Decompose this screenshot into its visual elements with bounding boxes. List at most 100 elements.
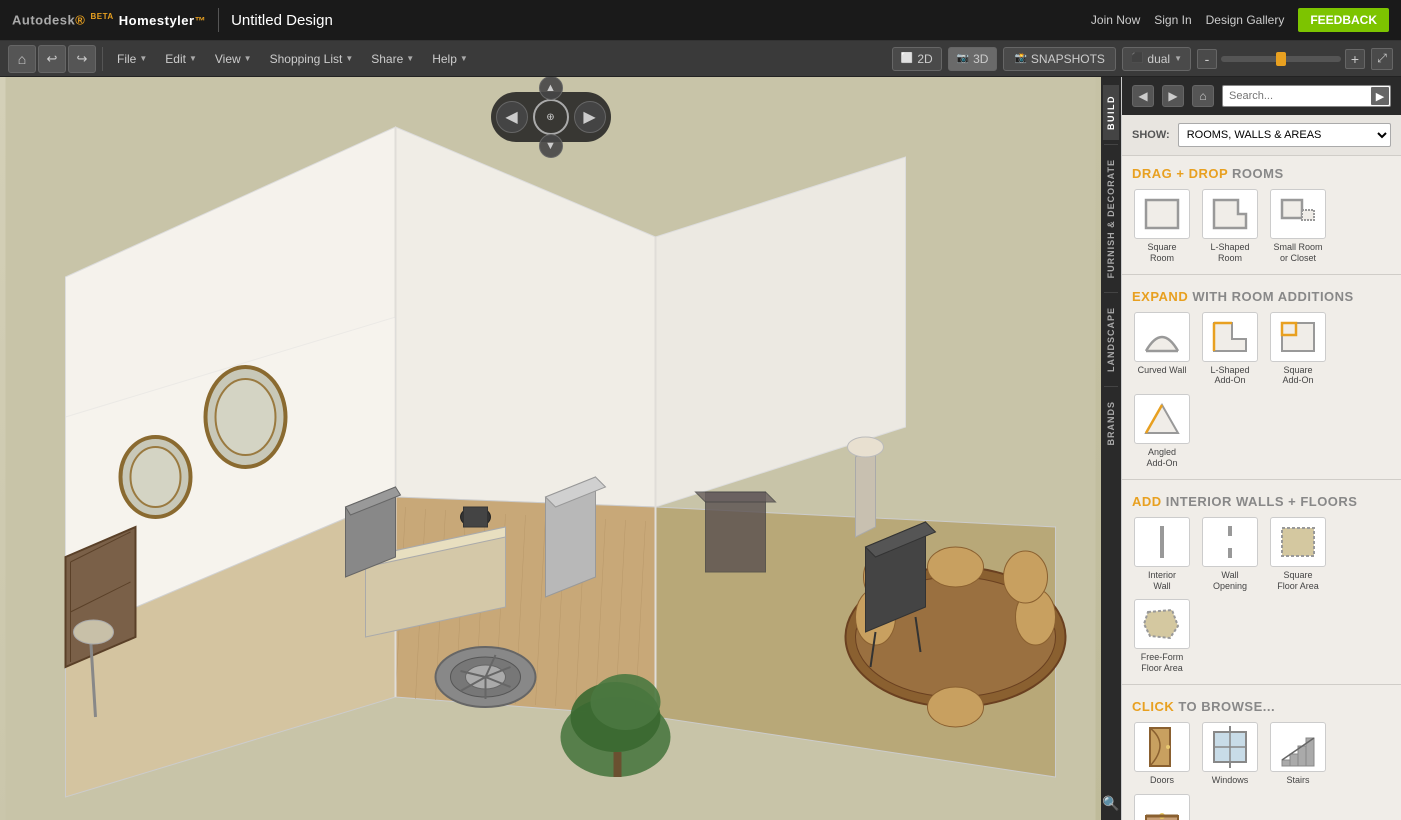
panel-forward-button[interactable]: ▶ [1162,85,1184,107]
section-divider-3 [1122,684,1401,685]
logo-text: Autodesk® BETA Homestyler™ [12,12,206,27]
angled-addon-icon [1134,394,1190,444]
freeform-floor-item[interactable]: Free-FormFloor Area [1132,599,1192,674]
stairs-icon [1270,722,1326,772]
windows-icon [1202,722,1258,772]
help-menu[interactable]: Help▼ [424,48,476,70]
curved-wall-label: Curved Wall [1138,365,1187,376]
zoom-bar: - + [1197,49,1365,69]
nav-rotate-left-button[interactable]: ◀ [496,101,528,133]
interior-wall-item[interactable]: InteriorWall [1132,517,1192,592]
doors-item[interactable]: Doors [1132,722,1192,786]
search-panel-icon[interactable]: 🔍 [1102,795,1119,812]
zoom-thumb[interactable] [1276,52,1286,66]
small-room-label: Small Roomor Closet [1273,242,1322,264]
expand-section: EXPAND WITH ROOM ADDITIONS Curved Wall [1122,279,1401,475]
logo-area: Autodesk® BETA Homestyler™ [12,12,206,27]
square-floor-icon [1270,517,1326,567]
landscape-tab[interactable]: LANDSCAPE [1103,297,1119,382]
home-toolbar-button[interactable]: ⌂ [8,45,36,73]
freeform-floor-icon [1134,599,1190,649]
panel-back-button[interactable]: ◀ [1132,85,1154,107]
right-panel: ◀ ▶ ⌂ ▶ SHOW: ROOMS, WALLS & AREAS FLOOR… [1121,77,1401,820]
zoom-slider[interactable] [1221,56,1341,62]
canvas-background: ◀ ⊕ ▶ ▲ ▼ [0,77,1101,820]
l-addon-item[interactable]: L-ShapedAdd-On [1200,312,1260,387]
stairs-label: Stairs [1286,775,1309,786]
view-2d-button[interactable]: ⬜ 2D [892,47,942,71]
zoom-out-button[interactable]: - [1197,49,1217,69]
angled-addon-label: AngledAdd-On [1146,447,1177,469]
main-area: ◀ ⊕ ▶ ▲ ▼ BUILD FURNISH & DECORATE LANDS… [0,77,1401,820]
square-addon-label: SquareAdd-On [1282,365,1313,387]
edit-menu[interactable]: Edit▼ [157,48,205,70]
interior-section: ADD INTERIOR WALLS + FLOORS InteriorWall [1122,484,1401,680]
navigation-overlay: ◀ ⊕ ▶ ▲ ▼ [491,92,611,152]
drag-drop-title: DRAG + DROP ROOMS [1132,166,1391,181]
top-bar: Autodesk® BETA Homestyler™ Untitled Desi… [0,0,1401,41]
wall-opening-item[interactable]: WallOpening [1200,517,1260,592]
right-panel-tabs: BUILD FURNISH & DECORATE LANDSCAPE BRAND… [1101,77,1121,820]
angled-addon-item[interactable]: AngledAdd-On [1132,394,1192,469]
rooms-grid: SquareRoom L-ShapedRoom [1132,189,1391,264]
fireplaces-item[interactable]: Fireplaces [1132,794,1192,820]
interior-wall-icon [1134,517,1190,567]
square-room-label: SquareRoom [1147,242,1176,264]
furnish-tab[interactable]: FURNISH & DECORATE [1103,149,1119,288]
canvas-area[interactable]: ◀ ⊕ ▶ ▲ ▼ [0,77,1101,820]
drag-drop-section: DRAG + DROP ROOMS SquareRoom [1122,156,1401,270]
browse-section: CLICK TO BROWSE... Doors [1122,689,1401,820]
windows-item[interactable]: Windows [1200,722,1260,786]
show-select[interactable]: ROOMS, WALLS & AREAS FLOORS ONLY WALLS O… [1178,123,1391,147]
zoom-in-button[interactable]: + [1345,49,1365,69]
design-title: Untitled Design [231,12,333,29]
freeform-floor-label: Free-FormFloor Area [1141,652,1184,674]
browse-grid: Doors Windows [1132,722,1391,820]
nav-down-button[interactable]: ▼ [539,134,563,158]
interior-title: ADD INTERIOR WALLS + FLOORS [1132,494,1391,509]
build-tab[interactable]: BUILD [1103,85,1119,140]
nav-rotate-right-button[interactable]: ▶ [574,101,606,133]
show-label: SHOW: [1132,129,1170,141]
square-room-item[interactable]: SquareRoom [1132,189,1192,264]
fullscreen-button[interactable]: ⤢ [1371,48,1393,70]
l-room-item[interactable]: L-ShapedRoom [1200,189,1260,264]
search-go-button[interactable]: ▶ [1371,87,1389,105]
nav-center-indicator: ⊕ [533,99,569,135]
square-addon-item[interactable]: SquareAdd-On [1268,312,1328,387]
square-floor-item[interactable]: SquareFloor Area [1268,517,1328,592]
expand-title: EXPAND WITH ROOM ADDITIONS [1132,289,1391,304]
shopping-list-menu[interactable]: Shopping List▼ [262,48,362,70]
share-menu[interactable]: Share▼ [363,48,422,70]
undo-button[interactable]: ↩ [38,45,66,73]
sign-in-link[interactable]: Sign In [1154,13,1191,27]
file-menu[interactable]: File▼ [109,48,155,70]
stairs-item[interactable]: Stairs [1268,722,1328,786]
design-gallery-link[interactable]: Design Gallery [1206,13,1285,27]
curved-wall-icon [1134,312,1190,362]
square-floor-label: SquareFloor Area [1277,570,1319,592]
dual-view-button[interactable]: ⬛ dual ▼ [1122,47,1191,71]
section-divider-2 [1122,479,1401,480]
square-room-icon [1134,189,1190,239]
panel-home-button[interactable]: ⌂ [1192,85,1214,107]
view-3d-button[interactable]: 📷 3D [948,47,998,71]
square-addon-icon [1270,312,1326,362]
curved-wall-item[interactable]: Curved Wall [1132,312,1192,387]
search-box-wrapper: ▶ [1222,85,1391,107]
nav-up-button[interactable]: ▲ [539,77,563,100]
feedback-button[interactable]: FEEDBACK [1298,8,1389,32]
redo-button[interactable]: ↪ [68,45,96,73]
l-addon-label: L-ShapedAdd-On [1210,365,1249,387]
join-now-link[interactable]: Join Now [1091,13,1140,27]
top-right-links: Join Now Sign In Design Gallery FEEDBACK [1091,8,1389,32]
section-divider-1 [1122,274,1401,275]
small-room-item[interactable]: Small Roomor Closet [1268,189,1328,264]
toolbar: ⌂ ↩ ↪ File▼ Edit▼ View▼ Shopping List▼ S… [0,41,1401,77]
view-menu[interactable]: View▼ [207,48,260,70]
brands-tab[interactable]: BRANDS [1103,391,1119,456]
toolbar-divider [102,47,103,71]
snapshots-button[interactable]: 📸 SNAPSHOTS [1003,47,1115,71]
search-input[interactable] [1222,85,1391,107]
toolbar-right: ⬜ 2D 📷 3D 📸 SNAPSHOTS ⬛ dual ▼ - + ⤢ [892,47,1393,71]
